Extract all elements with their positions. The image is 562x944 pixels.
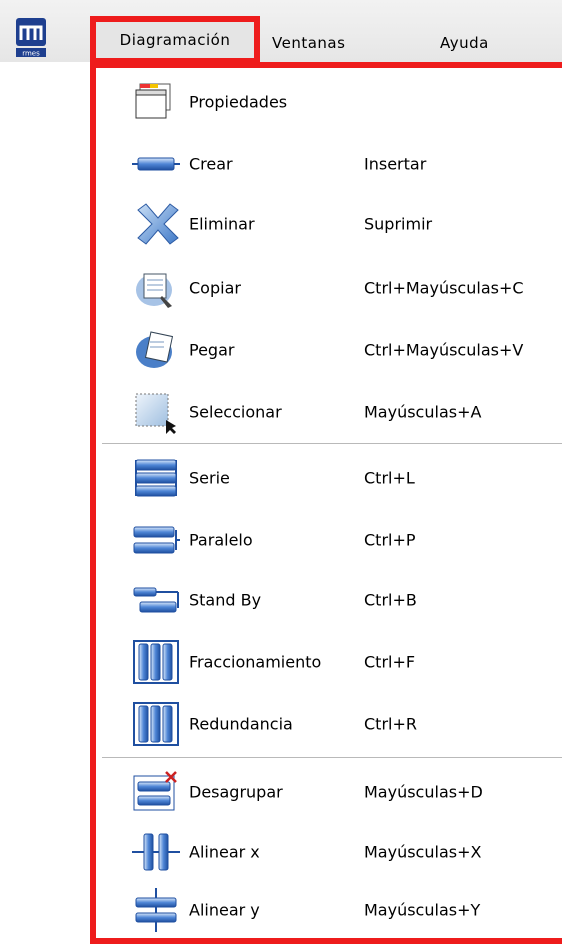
menu-item-shortcut: Ctrl+L bbox=[364, 468, 415, 488]
ungroup-icon bbox=[132, 770, 180, 814]
fraction-icon bbox=[132, 640, 180, 684]
logo-text: rmes bbox=[22, 50, 40, 58]
menu-item-shortcut: Ctrl+Mayúsculas+V bbox=[364, 340, 524, 360]
menu-item-eliminar[interactable]: Eliminar Suprimir bbox=[96, 202, 562, 246]
menu-item-shortcut: Ctrl+F bbox=[364, 652, 416, 672]
menu-item-label: Eliminar bbox=[189, 214, 255, 234]
menu-item-alinear-x[interactable]: Alinear x Mayúsculas+X bbox=[96, 832, 562, 872]
create-block-icon bbox=[132, 142, 180, 186]
select-icon bbox=[132, 390, 180, 434]
series-icon bbox=[132, 456, 180, 500]
menu-item-label: Copiar bbox=[189, 278, 241, 298]
menu-ayuda[interactable]: Ayuda bbox=[440, 34, 489, 52]
standby-icon bbox=[132, 578, 180, 622]
menu-item-crear[interactable]: Crear Insertar bbox=[96, 144, 562, 184]
diagramacion-dropdown: Propiedades Crear Insertar Eliminar Supr… bbox=[90, 62, 562, 944]
menu-item-label: Desagrupar bbox=[189, 782, 283, 802]
menu-item-label: Alinear y bbox=[189, 900, 260, 920]
menu-item-desagrupar[interactable]: Desagrupar Mayúsculas+D bbox=[96, 770, 562, 814]
menu-item-shortcut: Mayúsculas+D bbox=[364, 782, 483, 802]
menu-item-label: Propiedades bbox=[189, 92, 288, 112]
menu-item-shortcut: Insertar bbox=[364, 154, 427, 174]
menu-item-label: Crear bbox=[189, 154, 233, 174]
copy-icon bbox=[132, 266, 180, 310]
menu-item-shortcut: Mayúsculas+X bbox=[364, 842, 482, 862]
parallel-icon bbox=[132, 518, 180, 562]
menu-item-shortcut: Mayúsculas+Y bbox=[364, 900, 481, 920]
menu-diagramacion[interactable]: Diagramación bbox=[90, 16, 260, 64]
properties-icon bbox=[132, 80, 180, 124]
menu-item-label: Seleccionar bbox=[189, 402, 282, 422]
menu-ayuda-label: Ayuda bbox=[440, 34, 489, 52]
menu-item-label: Redundancia bbox=[189, 714, 293, 734]
menu-item-seleccionar[interactable]: Seleccionar Mayúsculas+A bbox=[96, 390, 562, 434]
menu-item-label: Paralelo bbox=[189, 530, 253, 550]
rmes-logo-icon: rmes bbox=[16, 18, 70, 58]
menu-item-shortcut: Suprimir bbox=[364, 214, 433, 234]
align-x-icon bbox=[132, 830, 180, 874]
delete-x-icon bbox=[132, 202, 180, 246]
menu-item-shortcut: Mayúsculas+A bbox=[364, 402, 482, 422]
menu-bar: rmes Diagramación Ventanas Ayuda bbox=[0, 0, 562, 64]
menu-item-redundancia[interactable]: Redundancia Ctrl+R bbox=[96, 702, 562, 746]
menu-item-label: Fraccionamiento bbox=[189, 652, 322, 672]
menu-item-shortcut: Ctrl+B bbox=[364, 590, 417, 610]
menu-ventanas[interactable]: Ventanas bbox=[272, 34, 345, 52]
menu-item-propiedades[interactable]: Propiedades bbox=[96, 82, 562, 122]
paste-icon bbox=[132, 328, 180, 372]
menu-item-shortcut: Ctrl+R bbox=[364, 714, 417, 734]
menu-item-shortcut: Ctrl+Mayúsculas+C bbox=[364, 278, 524, 298]
menu-item-label: Pegar bbox=[189, 340, 235, 360]
menu-item-label: Alinear x bbox=[189, 842, 260, 862]
menu-item-paralelo[interactable]: Paralelo Ctrl+P bbox=[96, 520, 562, 560]
redundancy-icon bbox=[132, 702, 180, 746]
menu-item-label: Stand By bbox=[189, 590, 262, 610]
menu-separator bbox=[102, 443, 562, 444]
menu-diagramacion-label: Diagramación bbox=[119, 31, 231, 49]
menu-item-serie[interactable]: Serie Ctrl+L bbox=[96, 458, 562, 498]
menu-item-pegar[interactable]: Pegar Ctrl+Mayúsculas+V bbox=[96, 330, 562, 370]
align-y-icon bbox=[132, 888, 180, 932]
menu-ventanas-label: Ventanas bbox=[272, 34, 346, 52]
menu-item-fraccionamiento[interactable]: Fraccionamiento Ctrl+F bbox=[96, 640, 562, 684]
menu-item-shortcut: Ctrl+P bbox=[364, 530, 416, 550]
menu-item-alinear-y[interactable]: Alinear y Mayúsculas+Y bbox=[96, 888, 562, 932]
menu-item-stand-by[interactable]: Stand By Ctrl+B bbox=[96, 580, 562, 620]
menu-separator bbox=[102, 757, 562, 758]
menu-item-copiar[interactable]: Copiar Ctrl+Mayúsculas+C bbox=[96, 268, 562, 308]
menu-item-label: Serie bbox=[189, 468, 230, 488]
